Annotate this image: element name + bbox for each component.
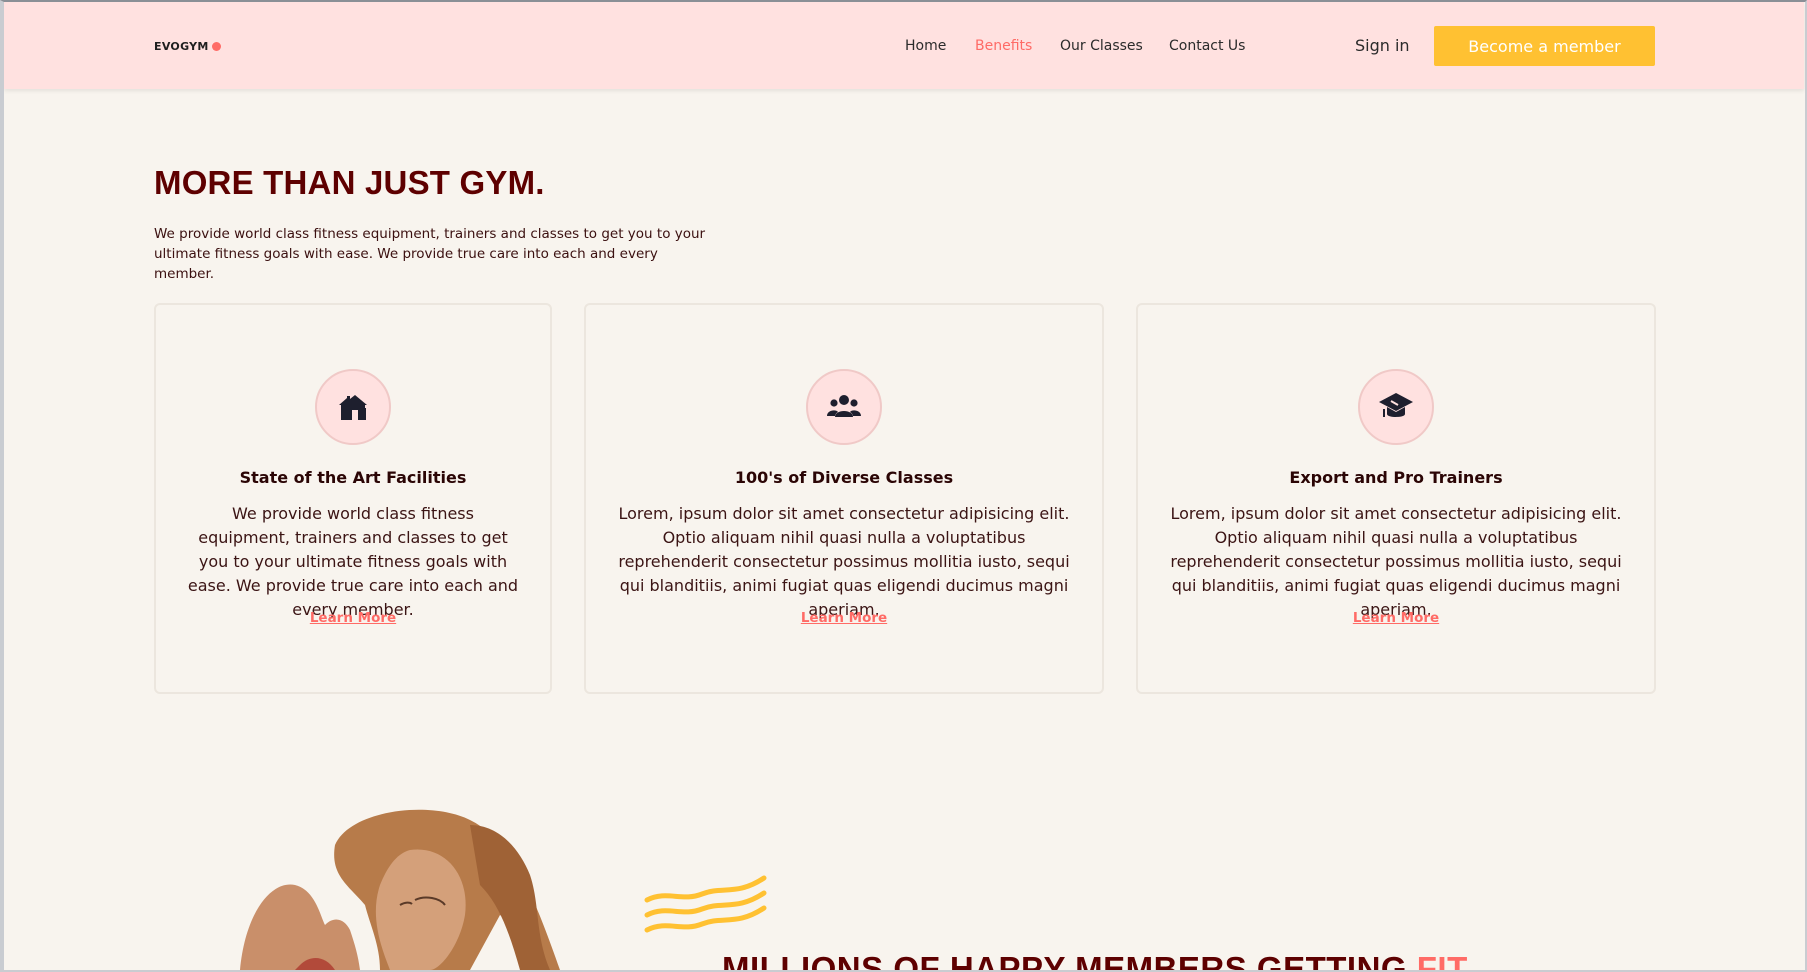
home-icon	[315, 369, 391, 445]
sign-in-link[interactable]: Sign in	[1355, 36, 1410, 55]
card-title: State of the Art Facilities	[239, 468, 467, 487]
nav-link-contact-us[interactable]: Contact Us	[1169, 38, 1245, 54]
promo-heading-text: MILLIONS OF HAPPY MEMBERS GETTING	[722, 950, 1417, 972]
woman-image	[240, 809, 560, 970]
nav-link-benefits[interactable]: Benefits	[975, 38, 1032, 54]
logo[interactable]: EVOGYM	[154, 40, 221, 53]
logo-dot-icon	[211, 42, 221, 51]
graduation-cap-icon	[1358, 369, 1434, 445]
benefits-heading: MORE THAN JUST GYM.	[154, 164, 545, 201]
learn-more-link[interactable]: Learn More	[586, 610, 1102, 626]
navbar: EVOGYM Home Benefits Our Classes Contact…	[4, 2, 1804, 89]
become-member-button[interactable]: Become a member	[1434, 26, 1655, 66]
logo-text: EVOGYM	[154, 40, 209, 53]
benefits-intro: We provide world class fitness equipment…	[154, 226, 706, 282]
card-title: 100's of Diverse Classes	[734, 468, 954, 487]
benefit-card-classes: 100's of Diverse Classes Lorem, ipsum do…	[584, 303, 1104, 694]
card-body: We provide world class fitness equipment…	[187, 504, 519, 619]
users-icon	[806, 369, 882, 445]
card-body: Lorem, ipsum dolor sit amet consectetur …	[1170, 504, 1622, 619]
promo-heading-highlight: FIT	[1416, 950, 1468, 972]
card-title: Export and Pro Trainers	[1289, 468, 1503, 487]
card-body: Lorem, ipsum dolor sit amet consectetur …	[618, 504, 1070, 619]
waves-decoration	[644, 875, 767, 933]
nav-link-our-classes[interactable]: Our Classes	[1060, 38, 1143, 54]
benefit-card-trainers: Export and Pro Trainers Lorem, ipsum dol…	[1136, 303, 1656, 694]
nav-link-home[interactable]: Home	[905, 38, 946, 54]
learn-more-link[interactable]: Learn More	[1138, 610, 1654, 626]
promo-heading: MILLIONS OF HAPPY MEMBERS GETTING FIT	[722, 950, 1468, 972]
benefit-card-facilities: State of the Art Facilities We provide w…	[154, 303, 552, 694]
learn-more-link[interactable]: Learn More	[156, 610, 550, 626]
